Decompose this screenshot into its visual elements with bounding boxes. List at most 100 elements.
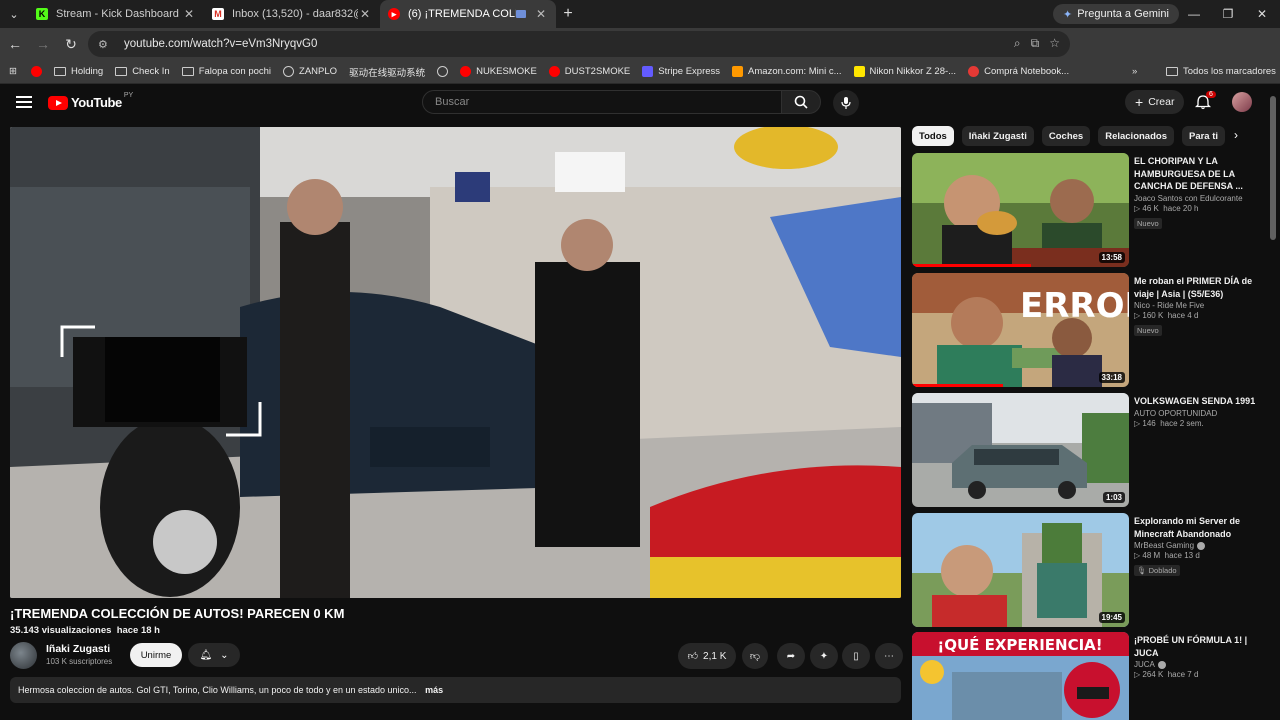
recommendation-channel[interactable]: AUTO OPORTUNIDAD	[1134, 409, 1262, 418]
recommendation-channel[interactable]: Nico - Ride Me Five	[1134, 301, 1262, 310]
duration-badge: 19:45	[1098, 612, 1125, 623]
thumbnail-image: ¡QUÉ EXPERIENCIA!	[912, 632, 1129, 720]
recommendation-title[interactable]: Me roban el PRIMER DÍA de viaje | Asia |…	[1134, 275, 1262, 300]
page-scrollbar[interactable]	[1270, 96, 1276, 240]
recommendation-item[interactable]: 1:03 VOLKSWAGEN SENDA 1991 AUTO OPORTUNI…	[912, 393, 1264, 507]
chip-relacionados[interactable]: Relacionados	[1098, 126, 1174, 146]
video-thumbnail[interactable]: 13:58	[912, 153, 1129, 267]
recommendation-title[interactable]: Explorando mi Server de Minecraft Abando…	[1134, 515, 1262, 540]
recommendation-info: EL CHORIPAN Y LA HAMBURGUESA DE LA CANCH…	[1134, 155, 1262, 231]
bookmark-item[interactable]	[437, 66, 449, 77]
tab-gmail[interactable]: M Inbox (13,520) - daar832@gmail.com ✕	[204, 0, 380, 28]
forward-arrow-icon[interactable]: →	[30, 31, 56, 57]
bookmark-item[interactable]: 驱动在线驱动系统	[349, 65, 425, 79]
close-tab-icon[interactable]: ✕	[358, 7, 372, 21]
save-button[interactable]: ▯	[842, 643, 870, 669]
video-player[interactable]	[10, 127, 901, 598]
create-button[interactable]: + Crear	[1125, 90, 1185, 114]
maximize-icon[interactable]: ❐	[1210, 0, 1246, 28]
all-bookmarks[interactable]: Todos los marcadores	[1166, 66, 1276, 77]
tab-title: (6) ¡TREMENDA COLECCIÓN	[408, 8, 516, 20]
bookmark-item[interactable]: Nikon Nikkor Z 28-...	[853, 66, 956, 77]
zoom-icon[interactable]: ⌕	[1014, 36, 1021, 51]
chip-coches[interactable]: Coches	[1041, 126, 1091, 146]
bookmark-item[interactable]: Falopa con pochi	[181, 66, 271, 77]
minimize-icon[interactable]: —	[1176, 0, 1212, 28]
like-button[interactable]: 👍︎ 2,1 K	[678, 643, 736, 669]
amazon-icon	[732, 66, 744, 77]
bookmark-item[interactable]: Stripe Express	[642, 66, 720, 77]
recommendation-title[interactable]: VOLKSWAGEN SENDA 1991	[1134, 395, 1262, 408]
recommendation-info: VOLKSWAGEN SENDA 1991 AUTO OPORTUNIDAD ▷…	[1134, 395, 1262, 428]
close-tab-icon[interactable]: ✕	[534, 7, 548, 21]
youtube-play-icon	[48, 95, 68, 110]
recommendation-item[interactable]: ¡QUÉ EXPERIENCIA! ¡PROBÉ UN FÓRMULA 1! |…	[912, 632, 1264, 720]
recommendation-title[interactable]: ¡PROBÉ UN FÓRMULA 1! | JUCA	[1134, 634, 1262, 659]
voice-search-button[interactable]	[833, 90, 859, 116]
recommendation-channel-row[interactable]: JUCA	[1134, 660, 1262, 669]
bookmark-item[interactable]: DUST2SMOKE	[548, 66, 630, 77]
recommendation-item[interactable]: 13:58 EL CHORIPAN Y LA HAMBURGUESA DE LA…	[912, 153, 1264, 267]
join-button[interactable]: Unirme	[130, 643, 182, 667]
chip-para-ti[interactable]: Para ti	[1181, 126, 1226, 146]
channel-avatar[interactable]	[10, 642, 37, 669]
search-input[interactable]: Buscar	[422, 90, 782, 114]
upload-age: hace 20 h	[1163, 203, 1199, 213]
reload-icon[interactable]: ↻	[58, 31, 84, 57]
account-avatar[interactable]	[1232, 92, 1252, 112]
show-more-link[interactable]: más	[425, 685, 443, 695]
gemini-button[interactable]: ✦ Pregunta a Gemini	[1053, 4, 1179, 24]
chevron-right-icon[interactable]: ›	[1234, 128, 1238, 142]
apps-grid-icon[interactable]: ⊞	[9, 66, 17, 77]
video-thumbnail[interactable]: 19:45	[912, 513, 1129, 627]
recommendation-title[interactable]: EL CHORIPAN Y LA HAMBURGUESA DE LA CANCH…	[1134, 155, 1262, 193]
site-settings-icon[interactable]: ⚙	[98, 38, 114, 51]
more-actions-button[interactable]: ⋯	[875, 643, 903, 669]
tab-youtube[interactable]: ▸ (6) ¡TREMENDA COLECCIÓN ✕	[380, 0, 556, 28]
channel-name[interactable]: Iñaki Zugasti	[46, 643, 110, 655]
search-button[interactable]	[781, 90, 821, 114]
video-description[interactable]: Hermosa coleccion de autos. Gol GTI, Tor…	[10, 677, 901, 703]
ask-ai-button[interactable]: ✦	[810, 643, 838, 669]
bookmark-item[interactable]: ZANPLO	[283, 66, 337, 77]
chip-todos[interactable]: Todos	[912, 126, 954, 146]
video-thumbnail[interactable]: ERROR 33:18	[912, 273, 1129, 387]
video-thumbnail[interactable]: ¡QUÉ EXPERIENCIA!	[912, 632, 1129, 720]
recommendation-item[interactable]: ERROR 33:18 Me roban el PRIMER DÍA de vi…	[912, 273, 1264, 387]
more-bookmarks-icon[interactable]: »	[1132, 66, 1137, 77]
youtube-header: YouTube PY Buscar + Crear 6	[0, 84, 1280, 124]
duration-badge: 13:58	[1098, 252, 1125, 263]
youtube-logo[interactable]: YouTube PY	[48, 92, 133, 110]
recommendation-channel[interactable]: JUCA	[1134, 660, 1155, 669]
bookmark-item[interactable]	[30, 66, 42, 77]
recommendation-channel[interactable]: Joaco Santos con Edulcorante	[1134, 194, 1262, 203]
bookmark-item[interactable]: Holding	[53, 66, 103, 77]
new-tab-plus-icon[interactable]: +	[556, 5, 580, 23]
description-text: Hermosa coleccion de autos. Gol GTI, Tor…	[18, 685, 417, 695]
video-thumbnail[interactable]: 1:03	[912, 393, 1129, 507]
share-button[interactable]: ➦	[777, 643, 805, 669]
bookmark-label: ZANPLO	[299, 66, 338, 77]
bookmark-star-icon[interactable]: ☆	[1049, 36, 1060, 51]
tab-title: Inbox (13,520) - daar832@gmail.com	[232, 8, 358, 20]
menu-hamburger-icon[interactable]	[16, 96, 32, 111]
close-window-icon[interactable]: ✕	[1244, 0, 1280, 28]
address-bar[interactable]: ⚙ youtube.com/watch?v=eVm3NryqvG0 ⌕ ⧉ ☆	[88, 31, 1070, 57]
recommendation-item[interactable]: 19:45 Explorando mi Server de Minecraft …	[912, 513, 1264, 627]
sparkle-icon: ✦	[819, 650, 829, 662]
dislike-button[interactable]: 👎︎	[742, 643, 768, 669]
tab-kick[interactable]: K Stream - Kick Dashboard ✕	[28, 0, 204, 28]
tab-search-chevron-icon[interactable]: ⌄	[0, 0, 28, 28]
chip-channel[interactable]: Iñaki Zugasti	[961, 126, 1034, 146]
bookmark-item[interactable]: Comprá Notebook...	[968, 66, 1069, 77]
install-app-icon[interactable]: ⧉	[1031, 36, 1040, 51]
video-frame	[10, 127, 901, 598]
back-arrow-icon[interactable]: ←	[2, 31, 28, 57]
bookmark-item[interactable]: Amazon.com: Mini c...	[732, 66, 842, 77]
subscription-notifications-button[interactable]: 🔔︎ ⌄	[188, 643, 240, 667]
recommendation-channel[interactable]: MrBeast Gaming	[1134, 541, 1194, 550]
recommendation-channel-row[interactable]: MrBeast Gaming	[1134, 541, 1262, 550]
bookmark-item[interactable]: NUKESMOKE	[460, 66, 537, 77]
close-tab-icon[interactable]: ✕	[182, 7, 196, 21]
bookmark-item[interactable]: Check In	[115, 66, 170, 77]
